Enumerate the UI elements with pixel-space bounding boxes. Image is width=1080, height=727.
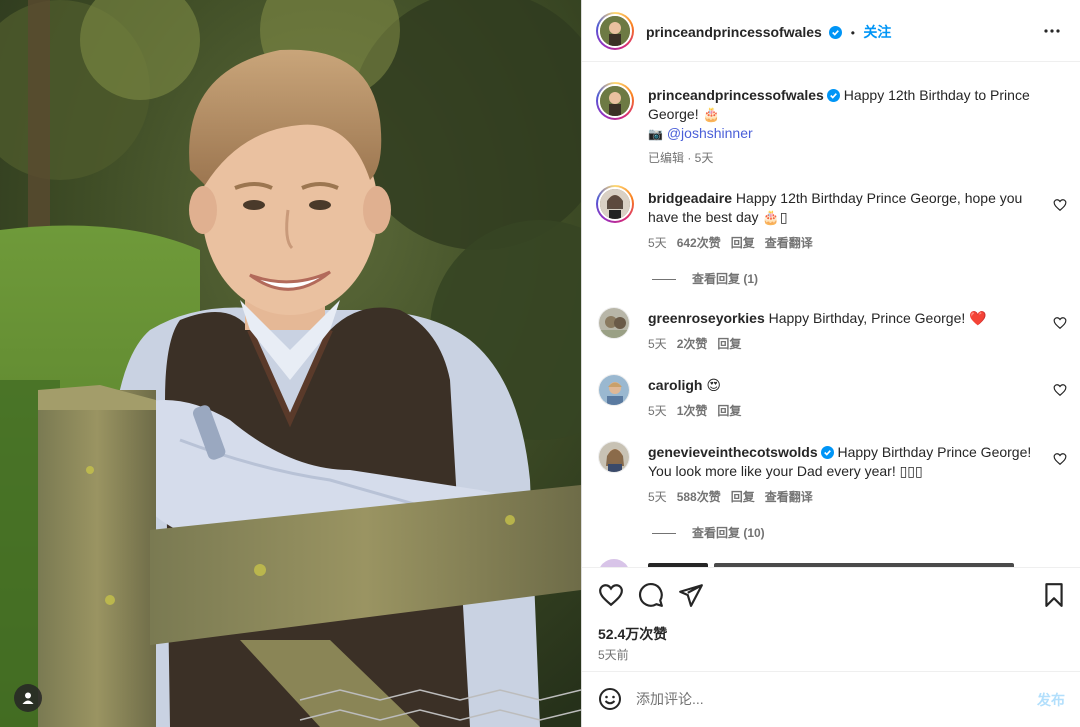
view-replies-button[interactable]: 查看回复 (1) (652, 270, 758, 287)
comment-reply-button[interactable]: 回复 (731, 236, 755, 250)
heart-icon[interactable] (598, 582, 624, 608)
emoji-icon[interactable] (598, 687, 622, 711)
caption-text-line2: George! 🎂 (648, 106, 720, 122)
avatar-image (599, 308, 629, 338)
caption-text-line1: Happy 12th Birthday to Prince (843, 87, 1030, 103)
caption-author-avatar[interactable] (596, 82, 634, 120)
comment-like-heart-icon[interactable] (1053, 383, 1067, 397)
comment-text-line2: have the best day 🎂▯ (648, 209, 788, 225)
comment-input[interactable] (636, 687, 996, 711)
avatar-image (599, 442, 629, 472)
verified-badge-icon (829, 26, 843, 39)
post-header: princeandprincessofwales • 关注 (582, 0, 1080, 62)
comment-text-line1: Happy Birthday, Prince George! ❤️ (768, 310, 987, 326)
post-side-panel: princeandprincessofwales • 关注 princeandp… (581, 0, 1080, 727)
comment-item: greenroseyorkies Happy Birthday, Prince … (582, 303, 1080, 363)
commenter-avatar[interactable] (598, 441, 630, 473)
view-replies-label: 查看回复 (1) (692, 272, 759, 286)
comment-text-line1: Happy 12th Birthday Prince George, hope … (735, 190, 1023, 206)
bookmark-icon[interactable] (1041, 582, 1067, 608)
comment-text-line2: You look more like your Dad every year! … (648, 463, 923, 479)
post-time: 5天前 (598, 648, 629, 662)
comment-item: bridgeadaire Happy 12th Birthday Prince … (582, 183, 1080, 293)
comment-reply-button[interactable]: 回复 (717, 337, 741, 351)
comment-item: genevieveinthecotswolds Happy Birthday P… (582, 437, 1080, 547)
camera-icon: 📷 (648, 127, 663, 141)
instagram-post-modal: princeandprincessofwales • 关注 princeandp… (0, 0, 1080, 727)
comment-likes[interactable]: 1次赞 (677, 404, 708, 418)
comment-translate-button[interactable]: 查看翻译 (765, 490, 813, 504)
replies-divider (652, 533, 676, 535)
comments-scroll-area[interactable]: princeandprincessofwales Happy 12th Birt… (582, 63, 1080, 567)
commenter-avatar[interactable] (596, 185, 634, 223)
user-tag-icon (22, 692, 34, 704)
comment-like-heart-icon[interactable] (1053, 316, 1067, 330)
post-actions-bar: 52.4万次赞 5天前 (582, 567, 1080, 671)
photo-illustration (0, 0, 581, 727)
comment-likes[interactable]: 588次赞 (677, 490, 721, 504)
commenter-avatar[interactable] (598, 374, 630, 406)
comment-likes[interactable]: 2次赞 (677, 337, 708, 351)
comment-item: caroligh 😍 5天 1次赞 回复 (582, 370, 1080, 430)
post-caption: princeandprincessofwales Happy 12th Birt… (582, 63, 1080, 173)
avatar-image (600, 86, 630, 116)
comment-time: 5天 (648, 337, 667, 351)
comment-text-line1: Happy Birthday Prince George! (837, 444, 1032, 460)
comment-translate-button[interactable]: 查看翻译 (765, 236, 813, 250)
comment-like-heart-icon[interactable] (1053, 452, 1067, 466)
commenter-avatar[interactable] (598, 559, 630, 567)
view-replies-label: 查看回复 (10) (692, 526, 765, 540)
comment-item-partial (582, 559, 1080, 567)
comment-time: 5天 (648, 236, 667, 250)
comment-username[interactable]: genevieveinthecotswolds (648, 444, 818, 460)
comment-username[interactable]: caroligh (648, 377, 702, 393)
comment-time: 5天 (648, 490, 667, 504)
likes-count[interactable]: 52.4万次赞 (598, 624, 667, 644)
avatar-image (599, 375, 629, 405)
verified-badge-icon (820, 446, 834, 459)
caption-username[interactable]: princeandprincessofwales (648, 87, 824, 103)
author-username[interactable]: princeandprincessofwales (646, 24, 822, 40)
caption-meta: 已编辑 · 5天 (648, 151, 714, 165)
comment-likes[interactable]: 642次赞 (677, 236, 721, 250)
comment-username[interactable]: bridgeadaire (648, 190, 732, 206)
share-icon[interactable] (678, 582, 704, 608)
comment-text-line1: 😍 (706, 377, 721, 393)
verified-badge-icon (826, 89, 840, 102)
avatar-image (600, 189, 630, 219)
photographer-credit-link[interactable]: @joshshinner (667, 125, 753, 141)
follow-button[interactable]: 关注 (863, 24, 891, 40)
publish-button[interactable]: 发布 (1037, 690, 1065, 710)
author-avatar[interactable] (596, 12, 634, 50)
comment-reply-button[interactable]: 回复 (717, 404, 741, 418)
post-photo[interactable] (0, 0, 581, 727)
user-tag-button[interactable] (14, 684, 42, 712)
comment-icon[interactable] (638, 582, 664, 608)
add-comment-bar: 发布 (582, 671, 1080, 727)
comment-username[interactable]: greenroseyorkies (648, 310, 765, 326)
commenter-avatar[interactable] (598, 307, 630, 339)
comment-like-heart-icon[interactable] (1053, 198, 1067, 212)
view-replies-button[interactable]: 查看回复 (10) (652, 524, 765, 541)
comment-reply-button[interactable]: 回复 (731, 490, 755, 504)
comment-time: 5天 (648, 404, 667, 418)
more-icon[interactable] (1043, 23, 1061, 39)
replies-divider (652, 279, 676, 281)
separator-dot: • (850, 26, 855, 40)
avatar-image (600, 16, 630, 46)
